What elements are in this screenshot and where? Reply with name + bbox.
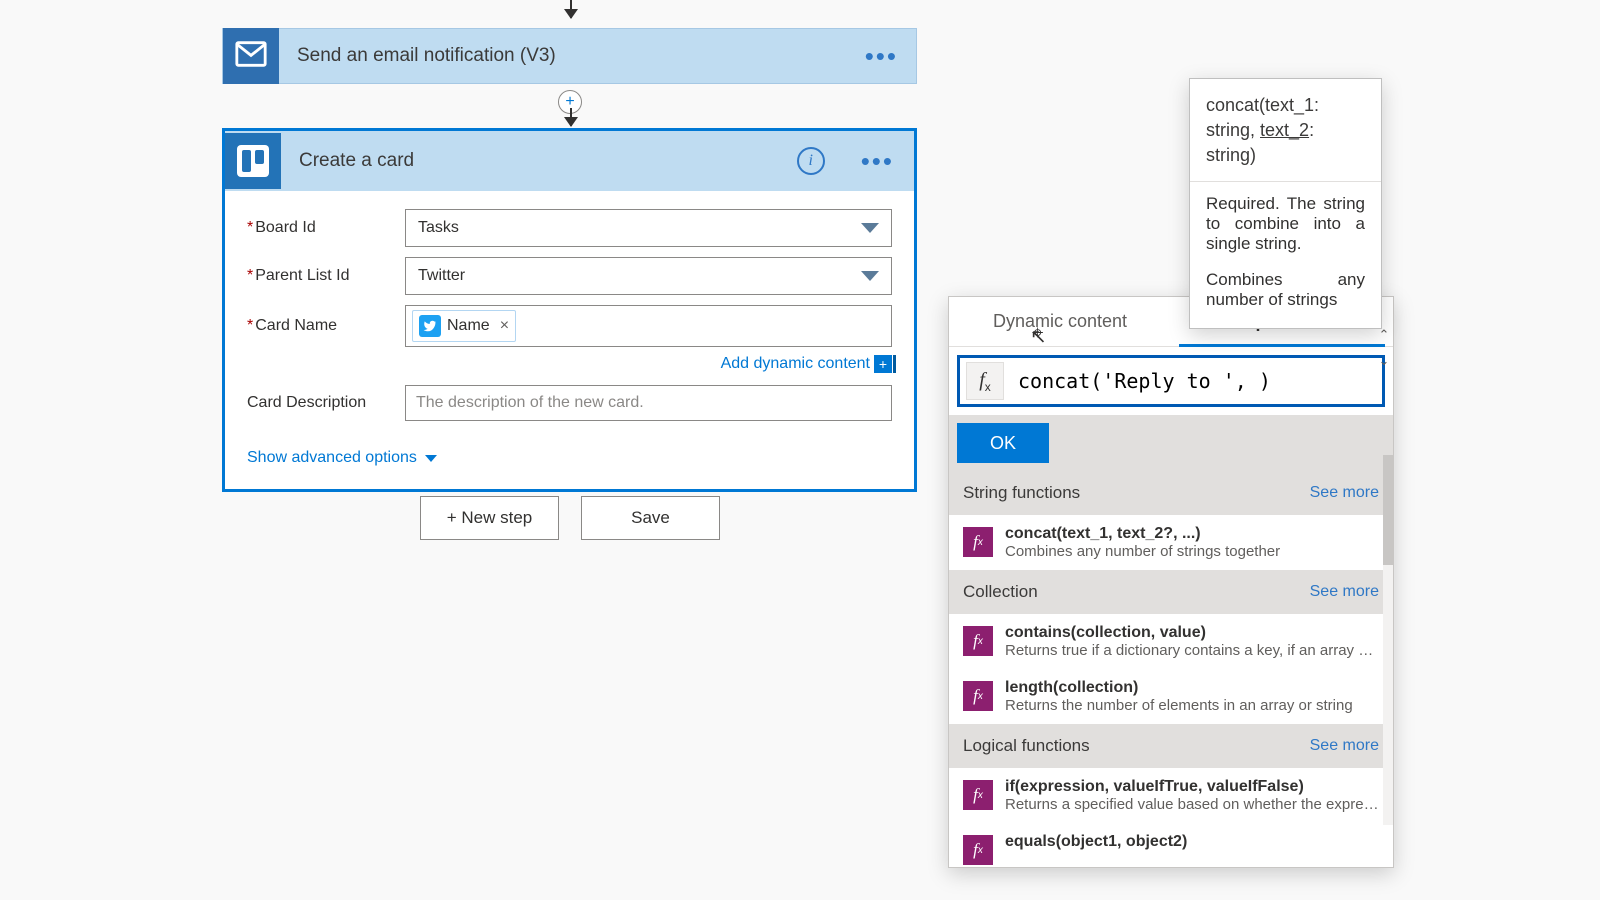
scrollbar-thumb[interactable] [1383,455,1393,565]
fx-icon: fx [963,835,993,865]
fn-equals-sig: equals(object1, object2) [1005,833,1379,851]
card-name-label: *Card Name [247,317,405,335]
tooltip-signature: concat(text_1: string, text_2: string) [1206,93,1365,169]
tooltip-description: Combines any number of strings [1206,270,1365,310]
card-header[interactable]: Create a card i ••• [225,131,914,191]
fx-icon: fx [963,626,993,656]
add-dynamic-content-link[interactable]: Add dynamic content + [721,355,892,373]
ok-button[interactable]: OK [957,423,1049,463]
add-dynamic-content-label: Add dynamic content [721,355,870,373]
card-desc-placeholder: The description of the new card. [416,394,644,412]
board-id-select[interactable]: Tasks [405,209,892,247]
section-collection: Collection See more [949,570,1393,614]
fn-if-sig: if(expression, valueIfTrue, valueIfFalse… [1005,778,1379,796]
chevron-down-icon [861,271,879,281]
info-icon[interactable]: i [797,147,825,175]
fx-icon: fx [963,527,993,557]
card-desc-label: Card Description [247,394,405,412]
scroll-down-icon[interactable]: ⌄ [1375,353,1393,371]
trello-icon [225,133,281,189]
fn-concat[interactable]: fx concat(text_1, text_2?, ...) Combines… [949,515,1393,570]
fn-if-desc: Returns a specified value based on wheth… [1005,796,1379,813]
flow-step-create-card: Create a card i ••• *Board Id Tasks *Par… [222,128,917,492]
card-header-title: Create a card [299,150,797,172]
flow-step-email-title: Send an email notification (V3) [297,45,847,67]
fx-icon: fx [963,681,993,711]
new-step-button[interactable]: + New step [420,496,559,540]
show-advanced-options-label: Show advanced options [247,449,417,467]
save-button[interactable]: Save [581,496,720,540]
twitter-icon [419,315,441,337]
scroll-up-icon[interactable]: ⌃ [1375,327,1393,345]
fn-concat-sig: concat(text_1, text_2?, ...) [1005,525,1379,543]
parent-list-label: *Parent List Id [247,267,405,285]
fn-equals[interactable]: fx equals(object1, object2) [949,823,1393,867]
fx-icon: fx [963,780,993,810]
fn-length-sig: length(collection) [1005,679,1379,697]
chevron-down-icon [425,455,437,462]
see-more-link[interactable]: See more [1310,737,1379,755]
expression-input-wrap: fx [957,355,1385,407]
parent-list-value: Twitter [418,267,465,285]
fn-if[interactable]: fx if(expression, valueIfTrue, valueIfFa… [949,768,1393,823]
token-remove-icon[interactable]: × [500,317,509,335]
fn-concat-desc: Combines any number of strings together [1005,543,1379,560]
show-advanced-options-link[interactable]: Show advanced options [247,449,437,467]
fn-contains-sig: contains(collection, value) [1005,624,1379,642]
board-id-value: Tasks [418,219,459,237]
parent-list-select[interactable]: Twitter [405,257,892,295]
see-more-link[interactable]: See more [1310,583,1379,601]
token-name-label: Name [447,317,490,335]
card-desc-input[interactable]: The description of the new card. [405,385,892,421]
mail-icon [223,28,279,84]
board-id-label: *Board Id [247,219,405,237]
section-string-functions: String functions See more [949,471,1393,515]
expression-input[interactable] [1004,368,1376,394]
fn-length-desc: Returns the number of elements in an arr… [1005,697,1379,714]
more-icon[interactable]: ••• [847,41,916,72]
section-logical-functions: Logical functions See more [949,724,1393,768]
fn-contains-desc: Returns true if a dictionary contains a … [1005,642,1379,659]
plus-icon: + [874,355,892,373]
more-icon[interactable]: ••• [843,146,896,177]
token-name[interactable]: Name × [412,310,516,342]
tab-dynamic-content[interactable]: Dynamic content [949,297,1171,346]
chevron-down-icon [861,223,879,233]
function-tooltip: concat(text_1: string, text_2: string) R… [1189,78,1382,329]
card-name-input[interactable]: Name × [405,305,892,347]
fx-icon: fx [966,362,1004,400]
flow-step-email[interactable]: Send an email notification (V3) ••• [222,28,917,84]
tooltip-required: Required. The string to combine into a s… [1206,194,1365,254]
dynamic-content-panel: Dynamic content Expression ⌃ ⌄ fx OK Str… [948,296,1394,868]
fn-contains[interactable]: fx contains(collection, value) Returns t… [949,614,1393,669]
fn-length[interactable]: fx length(collection) Returns the number… [949,669,1393,724]
see-more-link[interactable]: See more [1310,484,1379,502]
